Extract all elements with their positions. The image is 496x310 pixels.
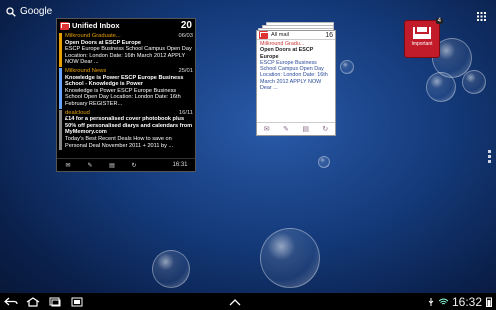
- sender: Milkround News: [65, 67, 107, 74]
- list-item[interactable]: Milkround Gradu... Open Doors at ESCP Eu…: [257, 39, 335, 92]
- google-search-bar[interactable]: Google: [6, 6, 52, 17]
- clock: 16:32: [427, 295, 496, 309]
- date: 06/03: [178, 33, 193, 39]
- unread-count: 16: [325, 31, 333, 39]
- account-icon[interactable]: ▤: [101, 162, 123, 169]
- subject: Knowledge is Power ESCP Europe Business …: [65, 74, 184, 88]
- important-shortcut[interactable]: 4 Important: [404, 18, 443, 58]
- settings-icon[interactable]: ✎: [283, 125, 289, 133]
- date: 25/01: [178, 67, 193, 74]
- unread-count: 20: [180, 20, 192, 31]
- all-mail-widget[interactable]: All mail 16 Milkround Gradu... Open Door…: [256, 30, 336, 136]
- subject: £14 for a personalised cover photobook p…: [65, 116, 193, 136]
- status-time: 16:32: [451, 294, 482, 309]
- wallpaper-bubble: [260, 228, 320, 288]
- apps-grid-icon[interactable]: [477, 8, 486, 26]
- gmail-icon: [259, 31, 269, 39]
- preview: Today's Best Recent Deals How to save on…: [65, 135, 174, 149]
- wallpaper-bubble: [318, 156, 330, 168]
- recent-apps-icon[interactable]: [44, 297, 66, 307]
- subject: Open Doors at ESCP Europe: [65, 39, 142, 46]
- list-item[interactable]: dealcloud 16/11 £14 for a personalised co…: [59, 109, 195, 151]
- preview: Knowledge is Power ESCP Europe Business …: [65, 87, 181, 107]
- page-indicator: [488, 148, 492, 165]
- widget-title: All mail: [271, 32, 290, 38]
- unified-inbox-widget[interactable]: Unified Inbox 20 Milkround Graduate... 06…: [56, 18, 196, 172]
- system-bar: 16:32: [0, 293, 496, 310]
- account-icon[interactable]: ▤: [302, 125, 309, 133]
- date: 16/11: [178, 109, 193, 116]
- sender: Milkround Graduate...: [65, 33, 121, 39]
- shortcut-label: Important: [411, 41, 433, 47]
- widget-toolbar: ✉ ✎ ▤ ↻ 16:31: [57, 158, 195, 171]
- chevron-up-icon[interactable]: [224, 298, 246, 306]
- wallpaper-bubble: [426, 72, 456, 102]
- search-icon: [6, 6, 16, 17]
- wallpaper-bubble: [340, 60, 354, 74]
- wallpaper-bubble: [152, 250, 190, 288]
- widget-title: Unified Inbox: [72, 21, 120, 30]
- gmail-icon: [60, 21, 70, 30]
- settings-icon[interactable]: ✎: [79, 162, 101, 169]
- usb-icon: [428, 297, 434, 306]
- wifi-icon: [438, 298, 448, 304]
- compose-icon[interactable]: ✉: [264, 125, 270, 133]
- subject: Open Doors at ESCP Europe: [260, 47, 314, 60]
- battery-icon: [486, 297, 492, 307]
- refresh-icon[interactable]: ↻: [322, 125, 328, 133]
- search-label: Google: [20, 6, 53, 17]
- preview: ESCP Europe Business School Campus Open …: [260, 59, 328, 92]
- sender: dealcloud: [65, 109, 90, 116]
- wallpaper-bubble: [462, 70, 486, 94]
- gmail-envelope-icon: [413, 27, 431, 39]
- list-item[interactable]: Milkround Graduate... 06/03 Open Doors at…: [59, 33, 195, 67]
- widget-header[interactable]: Unified Inbox 20: [57, 19, 195, 32]
- back-icon[interactable]: [0, 297, 22, 306]
- list-item[interactable]: Milkround News 25/01 Knowledge is Power E…: [59, 67, 195, 109]
- last-sync-time: 16:31: [172, 162, 188, 168]
- compose-icon[interactable]: ✉: [57, 162, 79, 169]
- count-badge: 4: [435, 18, 443, 24]
- refresh-icon[interactable]: ↻: [123, 162, 145, 169]
- screenshot-icon[interactable]: [66, 297, 88, 307]
- widget-toolbar: ✉ ✎ ▤ ↻: [257, 122, 335, 135]
- widget-header[interactable]: All mail 16: [257, 31, 335, 39]
- home-icon[interactable]: [22, 296, 44, 307]
- preview: ESCP Europe Business School Campus Open …: [65, 46, 192, 66]
